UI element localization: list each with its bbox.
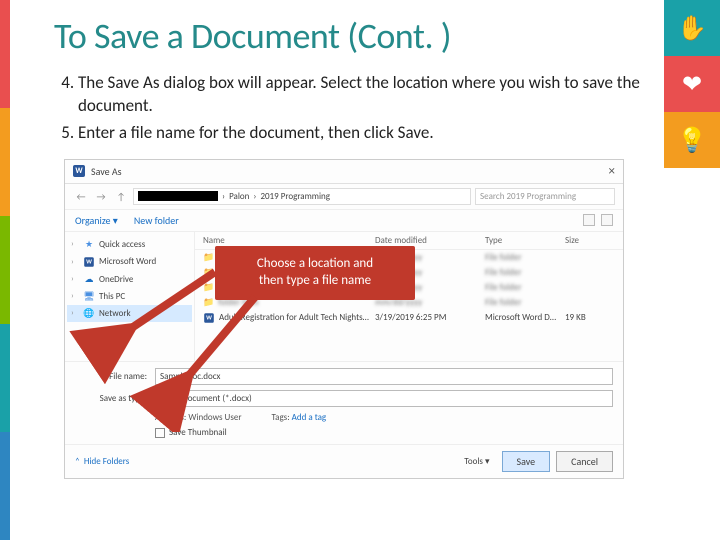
file-type: File folder — [485, 267, 565, 278]
folder-icon: 📁 — [203, 267, 214, 278]
tree-item-icon: 🖥 — [83, 291, 95, 302]
breadcrumb-redacted — [138, 191, 218, 201]
tags-label: Tags: — [271, 412, 289, 423]
folder-icon: 📁 — [203, 252, 214, 263]
nav-up-icon[interactable]: ↑ — [113, 188, 129, 204]
tree-item-label: Quick access — [99, 239, 145, 250]
breadcrumb-sep: › — [222, 191, 225, 202]
badge-hand-icon: ✋ — [664, 0, 720, 56]
tree-item-label: This PC — [99, 291, 125, 302]
tree-item-label: Microsoft Word — [99, 256, 156, 267]
breadcrumb-bar[interactable]: › Palon › 2019 Programming — [133, 188, 471, 205]
nav-forward-icon[interactable]: → — [93, 188, 109, 204]
chevron-up-icon: ˄ — [75, 456, 80, 467]
tree-item[interactable]: › W Microsoft Word — [67, 253, 192, 271]
accent-stripe — [0, 0, 10, 540]
col-type[interactable]: Type — [485, 235, 565, 246]
chevron-right-icon: › — [71, 257, 79, 267]
tree-item-label: OneDrive — [99, 274, 133, 285]
col-size[interactable]: Size — [565, 235, 615, 246]
instruction-list: The Save As dialog box will appear. Sele… — [54, 72, 660, 145]
callout-text: then type a file name — [229, 273, 401, 290]
tree-item-icon: ★ — [83, 239, 95, 250]
authors-value[interactable]: Windows User — [188, 412, 241, 423]
instruction-step: The Save As dialog box will appear. Sele… — [78, 72, 660, 118]
folder-icon: 📁 — [203, 297, 214, 308]
file-type: File folder — [485, 252, 565, 263]
tree-item-icon: W — [83, 256, 95, 268]
organize-menu[interactable]: Organize ▾ — [75, 214, 118, 227]
tree-item[interactable]: › 🖥 This PC — [67, 288, 192, 305]
tree-item-label: Network — [99, 308, 131, 319]
dialog-footer: ˄ Hide Folders Tools ▾ Save Cancel — [65, 444, 623, 478]
chevron-right-icon: › — [71, 308, 79, 318]
nav-back-icon[interactable]: ← — [73, 188, 89, 204]
slide-title: To Save a Document (Cont. ) — [54, 14, 660, 58]
badge-heart-icon: ❤ — [664, 56, 720, 112]
col-date[interactable]: Date modified — [375, 235, 485, 246]
help-icon[interactable] — [601, 214, 613, 226]
instruction-step: Enter a file name for the document, then… — [78, 122, 660, 145]
tree-item-icon: ☁ — [83, 274, 95, 285]
hide-folders-toggle[interactable]: ˄ Hide Folders — [75, 456, 129, 467]
file-row[interactable]: W Adult Registration for Adult Tech Night… — [195, 310, 623, 326]
thumbnail-label: Save Thumbnail — [169, 427, 227, 438]
file-type: File folder — [485, 297, 565, 308]
badge-bulb-icon: 💡 — [664, 112, 720, 168]
dialog-form: File name: SampleDoc.docx Save as type: … — [65, 362, 623, 444]
thumbnail-checkbox[interactable] — [155, 428, 165, 438]
search-input[interactable]: Search 2019 Programming — [475, 188, 615, 205]
slide-content: To Save a Document (Cont. ) The Save As … — [54, 14, 660, 479]
dialog-titlebar: W Save As × — [65, 160, 623, 184]
col-name[interactable]: Name — [195, 235, 375, 246]
chevron-right-icon: › — [71, 239, 79, 249]
word-icon: W — [73, 165, 85, 177]
tree-item[interactable]: › 🌐 Network — [67, 305, 192, 322]
authors-label: Authors: — [155, 412, 186, 423]
tags-value[interactable]: Add a tag — [292, 412, 327, 423]
file-type: Microsoft Word D… — [485, 312, 565, 323]
file-name: Adult Registration for Adult Tech Nights… — [219, 312, 369, 323]
chevron-right-icon: › — [71, 291, 79, 301]
new-folder-button[interactable]: New folder — [134, 214, 179, 227]
view-options-icon[interactable] — [583, 214, 595, 226]
cancel-button[interactable]: Cancel — [556, 451, 613, 472]
file-date: 3/19/2019 6:25 PM — [375, 312, 485, 323]
word-doc-icon: W — [204, 313, 214, 323]
nav-tree: › ★ Quick access › W Microsoft Word › ☁ OneDrive… — [65, 232, 195, 361]
tree-item[interactable]: › ★ Quick access — [67, 236, 192, 253]
file-type: File folder — [485, 282, 565, 293]
dialog-title: Save As — [91, 165, 122, 178]
save-button[interactable]: Save — [502, 451, 551, 472]
filename-label: File name: — [75, 371, 147, 382]
filename-input[interactable]: SampleDoc.docx — [155, 368, 613, 385]
save-as-dialog: W Save As × ← → ↑ › Palon › 2019 Program… — [64, 159, 624, 479]
close-icon[interactable]: × — [609, 164, 615, 179]
tools-menu[interactable]: Tools ▾ — [464, 456, 489, 467]
savetype-select[interactable]: Word Document (*.docx) — [155, 390, 613, 407]
slide-badges: ✋ ❤ 💡 — [664, 0, 720, 168]
chevron-right-icon: › — [71, 274, 79, 284]
file-size: 19 KB — [565, 312, 615, 323]
savetype-label: Save as type: — [75, 393, 147, 404]
callout-box: Choose a location and then type a file n… — [215, 246, 415, 300]
tree-item[interactable]: › ☁ OneDrive — [67, 271, 192, 288]
dialog-navbar: ← → ↑ › Palon › 2019 Programming Search … — [65, 184, 623, 210]
breadcrumb-seg: Palon — [229, 191, 249, 202]
breadcrumb-sep: › — [253, 191, 256, 202]
folder-icon: 📁 — [203, 282, 214, 293]
breadcrumb-seg: 2019 Programming — [260, 191, 330, 202]
callout-text: Choose a location and — [229, 256, 401, 273]
dialog-toolbar: Organize ▾ New folder — [65, 210, 623, 232]
tree-item-icon: 🌐 — [83, 308, 95, 319]
dialog-body: › ★ Quick access › W Microsoft Word › ☁ OneDrive… — [65, 232, 623, 362]
